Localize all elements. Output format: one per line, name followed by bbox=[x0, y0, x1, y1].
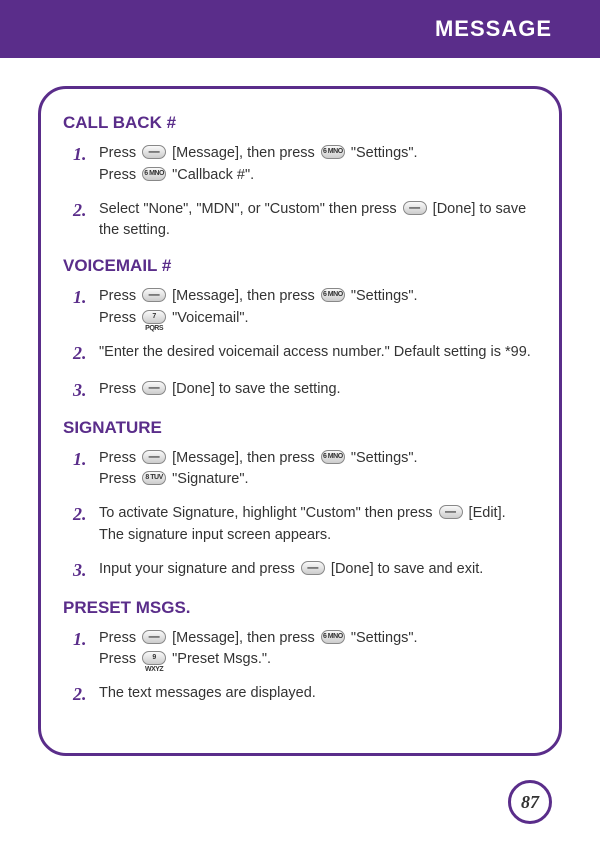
section-heading-callback: CALL BACK # bbox=[63, 113, 537, 133]
step-text: Press — [Message], then press 6 MNO "Set… bbox=[99, 141, 537, 187]
step-text: Press — [Message], then press 6 MNO "Set… bbox=[99, 626, 537, 672]
text: "Voicemail". bbox=[168, 310, 248, 326]
page-number-wrap: 87 bbox=[0, 780, 600, 824]
step-text: The text messages are displayed. bbox=[99, 681, 537, 705]
step-number: 3. bbox=[73, 377, 99, 404]
text: "Callback #". bbox=[168, 167, 254, 183]
text: Input your signature and press bbox=[99, 561, 299, 577]
step-number: 2. bbox=[73, 197, 99, 224]
step-number: 3. bbox=[73, 557, 99, 584]
step-number: 2. bbox=[73, 681, 99, 708]
step-text: Select "None", "MDN", or "Custom" then p… bbox=[99, 197, 537, 243]
text: To activate Signature, highlight "Custom… bbox=[99, 505, 437, 521]
step-number: 2. bbox=[73, 340, 99, 367]
text: The signature input screen appears. bbox=[99, 527, 331, 543]
text: Select "None", "MDN", or "Custom" then p… bbox=[99, 201, 401, 217]
step-text: To activate Signature, highlight "Custom… bbox=[99, 501, 537, 547]
text: "Preset Msgs.". bbox=[168, 651, 271, 667]
text: [Done] to save the setting. bbox=[168, 381, 341, 397]
ok-key-icon: — bbox=[142, 288, 166, 302]
text: "Settings". bbox=[347, 450, 418, 466]
content-box: CALL BACK # 1. Press — [Message], then p… bbox=[38, 86, 562, 756]
text: [Message], then press bbox=[168, 145, 319, 161]
step-text: Press — [Message], then press 6 MNO "Set… bbox=[99, 446, 537, 492]
header-title: MESSAGE bbox=[435, 16, 552, 42]
ok-key-icon: — bbox=[142, 450, 166, 464]
text: Press bbox=[99, 651, 140, 667]
key-9-icon: 9 WXYZ bbox=[142, 651, 166, 665]
text: [Message], then press bbox=[168, 630, 319, 646]
ok-key-icon: — bbox=[142, 630, 166, 644]
step-number: 1. bbox=[73, 626, 99, 653]
voicemail-step-1: 1. Press — [Message], then press 6 MNO "… bbox=[63, 284, 537, 330]
step-text: "Enter the desired voicemail access numb… bbox=[99, 340, 537, 364]
ok-key-icon: — bbox=[142, 381, 166, 395]
signature-step-1: 1. Press — [Message], then press 6 MNO "… bbox=[63, 446, 537, 492]
key-8-icon: 8 TUV bbox=[142, 471, 166, 485]
ok-key-icon: — bbox=[142, 145, 166, 159]
step-text: Input your signature and press — [Done] … bbox=[99, 557, 537, 581]
step-number: 1. bbox=[73, 141, 99, 168]
step-number: 1. bbox=[73, 446, 99, 473]
text: Press bbox=[99, 145, 140, 161]
step-number: 2. bbox=[73, 501, 99, 528]
text: Press bbox=[99, 288, 140, 304]
text: Press bbox=[99, 381, 140, 397]
text: "Signature". bbox=[168, 471, 248, 487]
preset-step-1: 1. Press — [Message], then press 6 MNO "… bbox=[63, 626, 537, 672]
callback-step-2: 2. Select "None", "MDN", or "Custom" the… bbox=[63, 197, 537, 243]
voicemail-step-2: 2. "Enter the desired voicemail access n… bbox=[63, 340, 537, 367]
step-text: Press — [Done] to save the setting. bbox=[99, 377, 537, 401]
text: [Edit]. bbox=[465, 505, 506, 521]
page-number: 87 bbox=[508, 780, 552, 824]
step-text: Press — [Message], then press 6 MNO "Set… bbox=[99, 284, 537, 330]
key-6-icon: 6 MNO bbox=[321, 288, 345, 302]
key-7-icon: 7 PQRS bbox=[142, 310, 166, 324]
text: Press bbox=[99, 630, 140, 646]
callback-step-1: 1. Press — [Message], then press 6 MNO "… bbox=[63, 141, 537, 187]
section-heading-voicemail: VOICEMAIL # bbox=[63, 256, 537, 276]
text: Press bbox=[99, 471, 140, 487]
text: "Settings". bbox=[347, 630, 418, 646]
section-heading-preset: PRESET MSGS. bbox=[63, 598, 537, 618]
signature-step-3: 3. Input your signature and press — [Don… bbox=[63, 557, 537, 584]
text: Press bbox=[99, 310, 140, 326]
text: "Settings". bbox=[347, 145, 418, 161]
text: Press bbox=[99, 450, 140, 466]
header-bar: MESSAGE bbox=[0, 0, 600, 58]
ok-key-icon: — bbox=[403, 201, 427, 215]
step-number: 1. bbox=[73, 284, 99, 311]
text: "Settings". bbox=[347, 288, 418, 304]
text: [Message], then press bbox=[168, 288, 319, 304]
voicemail-step-3: 3. Press — [Done] to save the setting. bbox=[63, 377, 537, 404]
ok-key-icon: — bbox=[439, 505, 463, 519]
section-heading-signature: SIGNATURE bbox=[63, 418, 537, 438]
text: [Done] to save and exit. bbox=[327, 561, 483, 577]
signature-step-2: 2. To activate Signature, highlight "Cus… bbox=[63, 501, 537, 547]
text: Press bbox=[99, 167, 140, 183]
key-6-icon: 6 MNO bbox=[321, 630, 345, 644]
key-6-icon: 6 MNO bbox=[321, 145, 345, 159]
key-6-icon: 6 MNO bbox=[321, 450, 345, 464]
preset-step-2: 2. The text messages are displayed. bbox=[63, 681, 537, 708]
key-6-icon: 6 MNO bbox=[142, 167, 166, 181]
text: [Message], then press bbox=[168, 450, 319, 466]
ok-key-icon: — bbox=[301, 561, 325, 575]
content-wrapper: CALL BACK # 1. Press — [Message], then p… bbox=[0, 58, 600, 766]
